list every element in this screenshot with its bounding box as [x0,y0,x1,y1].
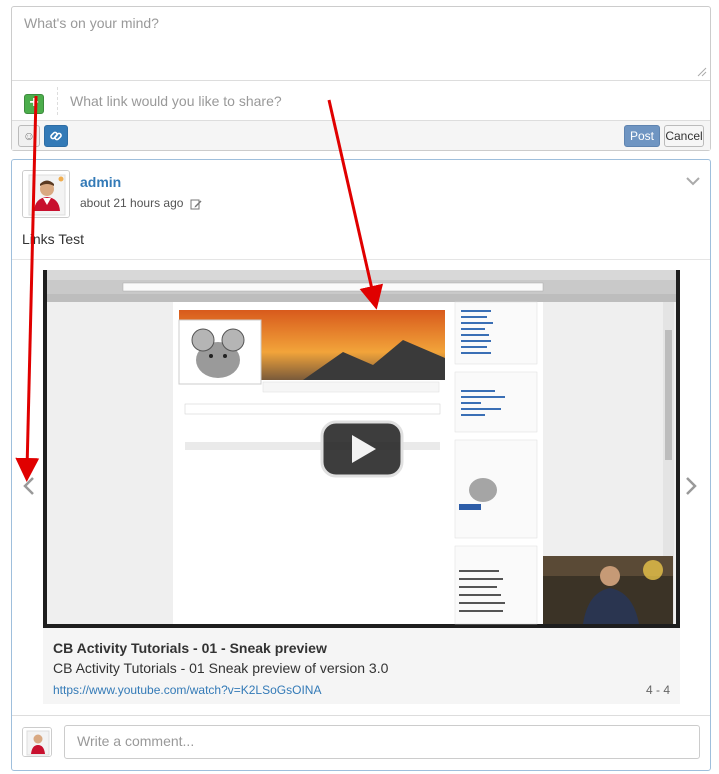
avatar-image [23,171,69,217]
timestamp-text: about 21 hours ago [80,196,184,210]
edit-icon[interactable] [190,198,202,210]
link-share-row: + [12,80,710,120]
link-input[interactable] [64,87,704,115]
link-preview[interactable]: CB Activity Tutorials - 01 - Sneak previ… [43,628,680,704]
activity-card: admin about 21 hours ago Links Test CB A… [11,159,711,771]
divider [12,259,710,260]
chevron-left-icon[interactable] [22,476,36,496]
divider [12,715,710,716]
author-name[interactable]: admin [80,174,121,190]
comment-avatar [22,727,52,757]
activity-message: Links Test [22,231,84,247]
cancel-button[interactable]: Cancel [664,125,704,147]
play-icon[interactable] [320,420,404,478]
chevron-right-icon[interactable] [684,476,698,496]
chevron-down-icon[interactable] [686,176,700,186]
comment-input[interactable] [64,725,700,759]
status-input[interactable] [12,7,710,80]
status-composer: + ☺ Post Cancel [11,6,711,151]
link-url[interactable]: https://www.youtube.com/watch?v=K2LSoGsO… [53,683,321,697]
divider [57,87,58,115]
link-title[interactable]: CB Activity Tutorials - 01 - Sneak previ… [53,640,327,656]
timestamp: about 21 hours ago [80,196,202,210]
video-thumbnail[interactable] [43,270,680,628]
avatar-image [23,728,51,756]
link-description: CB Activity Tutorials - 01 Sneak preview… [53,660,389,676]
smiley-icon: ☺ [22,129,36,143]
link-toggle-button[interactable]: + [24,94,44,114]
composer-toolbar: ☺ Post Cancel [12,120,710,150]
avatar[interactable] [22,170,70,218]
link-count: 4 - 4 [645,683,670,697]
resize-handle[interactable] [697,67,707,77]
emoji-button[interactable]: ☺ [18,125,40,147]
link-icon [50,131,62,141]
link-button[interactable] [44,125,68,147]
post-button[interactable]: Post [624,125,660,147]
